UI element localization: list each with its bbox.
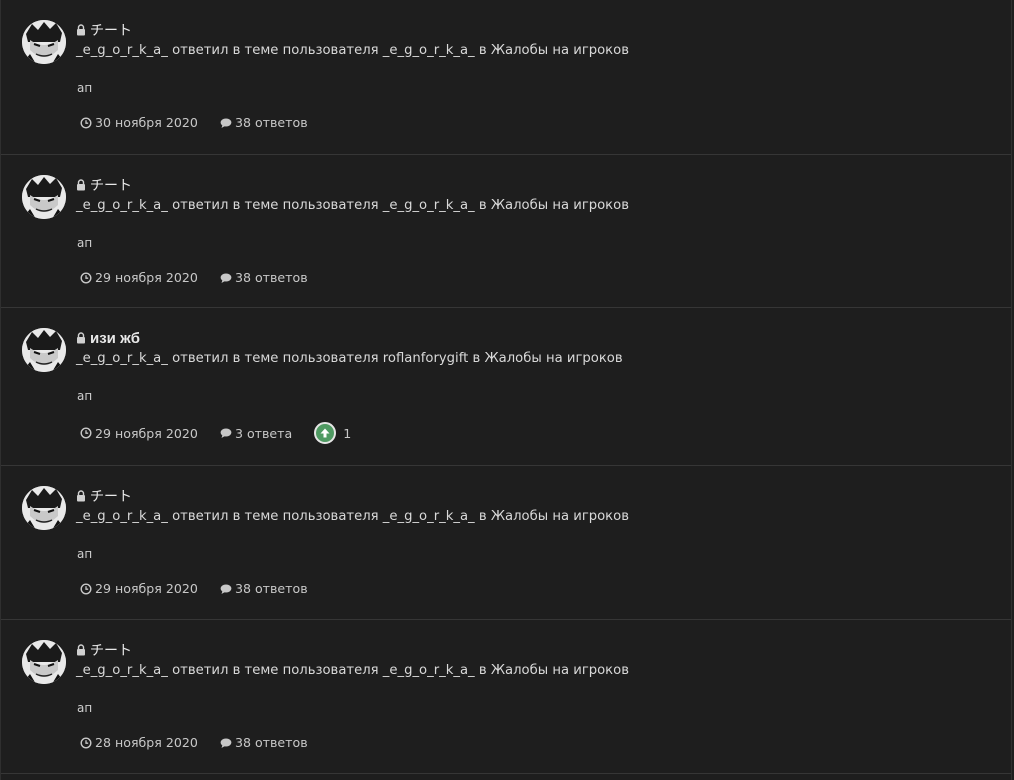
topic-author-link[interactable]: _e_g_o_r_k_a_ [383, 663, 475, 678]
date-group: 29 ноября 2020 [80, 426, 198, 441]
activity-action: ответил в теме пользователя [172, 351, 379, 366]
topic-author-link[interactable]: _e_g_o_r_k_a_ [383, 198, 475, 213]
clock-icon [80, 736, 92, 749]
post-snippet: ап [77, 81, 93, 95]
avatar[interactable] [22, 640, 66, 684]
avatar[interactable] [22, 328, 66, 372]
avatar[interactable] [22, 20, 66, 64]
activity-line: _e_g_o_r_k_a_ ответил в теме пользовател… [76, 198, 629, 213]
reply-count: 3 ответа [234, 425, 293, 441]
post-date[interactable]: 29 ноября 2020 [95, 270, 198, 285]
user-link[interactable]: _e_g_o_r_k_a_ [76, 663, 168, 678]
reply-count: 38 ответов [234, 270, 308, 285]
reply-count: 38 ответов [234, 735, 308, 750]
date-group: 28 ноября 2020 [80, 735, 198, 750]
topic-title[interactable]: チート [90, 640, 132, 660]
in-word: в [478, 43, 487, 58]
activity-item: изи жб _e_g_o_r_k_a_ ответил в теме поль… [1, 308, 1011, 466]
forum-link[interactable]: Жалобы на игроков [491, 198, 629, 213]
replies-group: 3 ответа [220, 426, 292, 441]
clock-icon [80, 582, 92, 595]
topic-title-row: チート [76, 487, 132, 505]
forum-link[interactable]: Жалобы на игроков [491, 509, 629, 524]
upvote-icon[interactable] [314, 422, 337, 444]
activity-item: チート _e_g_o_r_k_a_ ответил в теме пользов… [1, 0, 1011, 155]
lock-icon [77, 490, 85, 502]
activity-line: _e_g_o_r_k_a_ ответил в теме пользовател… [76, 351, 623, 366]
replies-group: 38 ответов [220, 270, 308, 285]
date-group: 30 ноября 2020 [80, 115, 198, 130]
user-link[interactable]: _e_g_o_r_k_a_ [76, 351, 168, 366]
replies-group: 38 ответов [220, 735, 308, 750]
user-link[interactable]: _e_g_o_r_k_a_ [76, 509, 168, 524]
comment-icon [220, 738, 232, 748]
lock-icon [77, 332, 85, 344]
activity-action: ответил в теме пользователя [172, 198, 379, 213]
topic-title[interactable]: チート [90, 175, 132, 195]
replies-group: 38 ответов [220, 581, 308, 596]
post-date[interactable]: 29 ноября 2020 [95, 581, 198, 596]
topic-title-row: изи жб [76, 329, 140, 347]
meta-row: 29 ноября 2020 38 ответов [80, 270, 330, 285]
user-link[interactable]: _e_g_o_r_k_a_ [76, 43, 168, 58]
lock-icon [77, 24, 85, 36]
post-snippet: ап [77, 701, 93, 715]
reputation-count: 1 [343, 425, 352, 441]
activity-line: _e_g_o_r_k_a_ ответил в теме пользовател… [76, 663, 629, 678]
in-word: в [472, 351, 481, 366]
reply-count: 38 ответов [234, 581, 308, 596]
clock-icon [80, 271, 92, 284]
in-word: в [478, 663, 487, 678]
post-snippet: ап [77, 236, 93, 250]
clock-icon [80, 427, 92, 439]
avatar[interactable] [22, 175, 66, 219]
forum-link[interactable]: Жалобы на игроков [484, 351, 622, 366]
activity-line: _e_g_o_r_k_a_ ответил в теме пользовател… [76, 43, 629, 58]
clock-icon [80, 116, 92, 129]
lock-icon [77, 644, 85, 656]
activity-action: ответил в теме пользователя [172, 43, 379, 58]
topic-title-row: チート [76, 21, 132, 39]
activity-line: _e_g_o_r_k_a_ ответил в теме пользовател… [76, 509, 629, 524]
topic-author-link[interactable]: _e_g_o_r_k_a_ [383, 509, 475, 524]
comment-icon [220, 273, 232, 283]
reputation-group[interactable]: 1 [314, 422, 351, 444]
forum-link[interactable]: Жалобы на игроков [491, 663, 629, 678]
meta-row: 30 ноября 2020 38 ответов [80, 115, 330, 130]
post-snippet: ап [77, 547, 93, 561]
forum-link[interactable]: Жалобы на игроков [491, 43, 629, 58]
topic-title[interactable]: チート [90, 20, 132, 40]
activity-item: チート _e_g_o_r_k_a_ ответил в теме пользов… [1, 620, 1011, 774]
topic-title-row: チート [76, 641, 132, 659]
post-snippet: ап [77, 389, 93, 403]
post-date[interactable]: 30 ноября 2020 [95, 115, 198, 130]
comment-icon [220, 584, 232, 594]
in-word: в [478, 509, 487, 524]
post-date[interactable]: 28 ноября 2020 [95, 735, 198, 750]
comment-icon [220, 428, 232, 438]
activity-feed: チート _e_g_o_r_k_a_ ответил в теме пользов… [0, 0, 1012, 780]
date-group: 29 ноября 2020 [80, 270, 198, 285]
meta-row: 29 ноября 2020 38 ответов [80, 581, 330, 596]
replies-group: 38 ответов [220, 115, 308, 130]
post-date[interactable]: 29 ноября 2020 [95, 426, 198, 441]
topic-title-row: チート [76, 176, 132, 194]
date-group: 29 ноября 2020 [80, 581, 198, 596]
topic-title[interactable]: チート [90, 486, 132, 506]
reply-count: 38 ответов [234, 115, 308, 130]
avatar[interactable] [22, 486, 66, 530]
activity-action: ответил в теме пользователя [172, 663, 379, 678]
comment-icon [220, 118, 232, 128]
activity-item: チート _e_g_o_r_k_a_ ответил в теме пользов… [1, 155, 1011, 308]
topic-author-link[interactable]: _e_g_o_r_k_a_ [383, 43, 475, 58]
in-word: в [478, 198, 487, 213]
activity-item: チート _e_g_o_r_k_a_ ответил в теме пользов… [1, 466, 1011, 620]
user-link[interactable]: _e_g_o_r_k_a_ [76, 198, 168, 213]
lock-icon [77, 179, 85, 191]
topic-title[interactable]: изи жб [90, 330, 140, 347]
topic-author-link[interactable]: roflanforygift [383, 351, 469, 366]
activity-action: ответил в теме пользователя [172, 509, 379, 524]
meta-row: 29 ноября 2020 3 ответа 1 [80, 422, 351, 444]
meta-row: 28 ноября 2020 38 ответов [80, 735, 330, 750]
